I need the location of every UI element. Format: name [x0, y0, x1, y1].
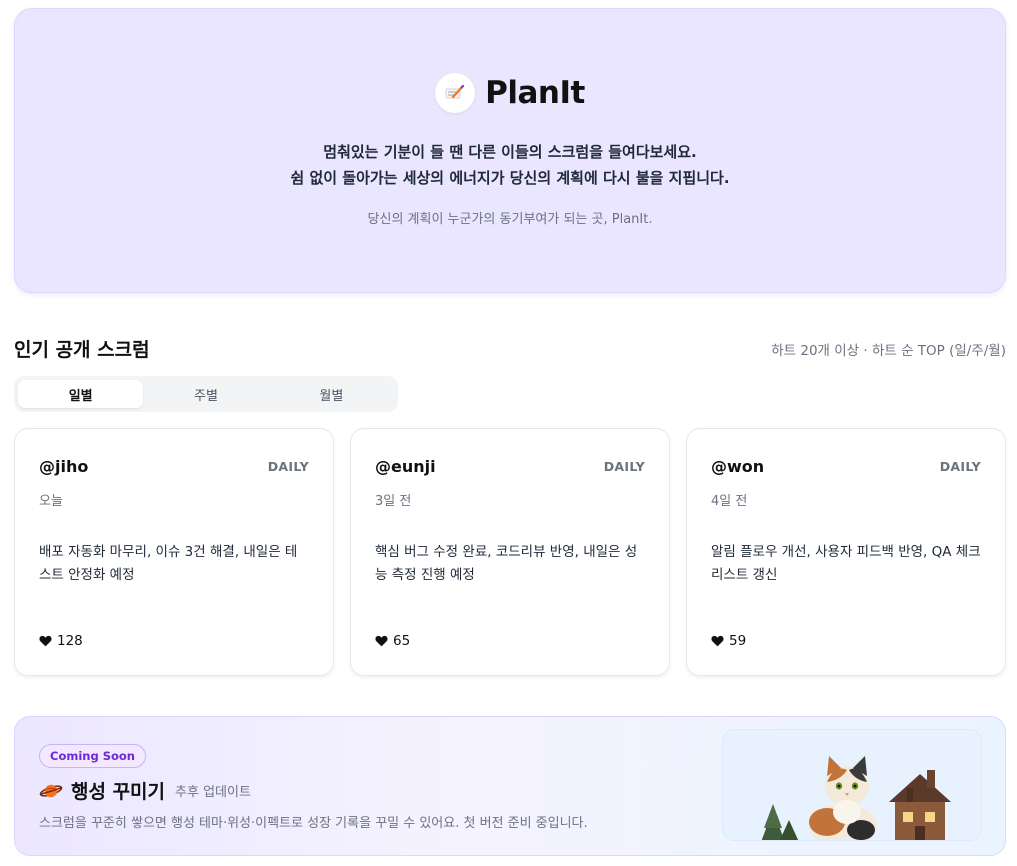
card-date: 4일 전	[711, 494, 748, 509]
like-count-value: 65	[393, 633, 411, 649]
card-username[interactable]: @jiho	[39, 457, 88, 476]
brand: PlanIt	[15, 73, 1005, 113]
card-type-label: DAILY	[267, 459, 309, 474]
heart-icon	[375, 635, 388, 647]
promo-title-row: 행성 꾸미기 추후 업데이트	[39, 777, 251, 804]
section-title: 인기 공개 스크럼	[14, 339, 150, 361]
section-note: 하트 20개 이상 · 하트 순 TOP (일/주/월)	[771, 343, 1006, 359]
planet-icon	[39, 784, 63, 797]
card-content: 알림 플로우 개선, 사용자 피드백 반영, QA 체크리스트 갱신	[711, 544, 981, 583]
promo-title: 행성 꾸미기	[71, 781, 166, 803]
like-count[interactable]: 128	[39, 633, 83, 649]
tab-daily[interactable]: 일별	[18, 380, 144, 408]
hero-banner: PlanIt 멈춰있는 기분이 들 땐 다른 이들의 스크럼을 들여다보세요. …	[14, 8, 1006, 293]
scrum-card-list: @jiho DAILY 오늘 배포 자동화 마무리, 이슈 3건 해결, 내일은…	[14, 428, 1006, 676]
hero-caption: 당신의 계획이 누군가의 동기부여가 되는 곳, PlanIt.	[367, 212, 653, 227]
card-type-label: DAILY	[939, 459, 981, 474]
planet-promo-banner: Coming Soon 행성 꾸미기 추후 업데이트 스크럼을 꾸준히 쌓으면 …	[14, 716, 1006, 856]
card-username[interactable]: @won	[711, 457, 764, 476]
card-date: 오늘	[39, 494, 63, 509]
coming-soon-badge: Coming Soon	[39, 744, 146, 768]
hero-headline-1: 멈춰있는 기분이 들 땐 다른 이들의 스크럼을 들여다보세요.	[323, 143, 697, 161]
period-tabs: 일별 주별 월별	[14, 376, 398, 412]
scrum-card[interactable]: @eunji DAILY 3일 전 핵심 버그 수정 완료, 코드리뷰 반영, …	[350, 428, 670, 676]
like-count-value: 59	[729, 633, 747, 649]
promo-subtitle: 추후 업데이트	[175, 785, 251, 800]
scrum-card[interactable]: @won DAILY 4일 전 알림 플로우 개선, 사용자 피드백 반영, Q…	[686, 428, 1006, 676]
pencil-note-icon	[435, 73, 476, 113]
card-type-label: DAILY	[603, 459, 645, 474]
scrum-card[interactable]: @jiho DAILY 오늘 배포 자동화 마무리, 이슈 3건 해결, 내일은…	[14, 428, 334, 676]
cat-illustration	[722, 729, 982, 841]
tab-monthly[interactable]: 월별	[269, 380, 394, 408]
heart-icon	[711, 635, 724, 647]
card-content: 핵심 버그 수정 완료, 코드리뷰 반영, 내일은 성능 측정 진행 예정	[375, 544, 638, 583]
brand-name: PlanIt	[485, 75, 585, 111]
card-username[interactable]: @eunji	[375, 457, 436, 476]
like-count[interactable]: 65	[375, 633, 410, 649]
card-date: 3일 전	[375, 494, 412, 509]
promo-description: 스크럼을 꾸준히 쌓으면 행성 테마·위성·이펙트로 성장 기록을 꾸밀 수 있…	[39, 816, 588, 831]
card-content: 배포 자동화 마무리, 이슈 3건 해결, 내일은 테스트 안정화 예정	[39, 544, 298, 583]
hero-headline-2: 쉼 없이 돌아가는 세상의 에너지가 당신의 계획에 다시 불을 지핍니다.	[290, 169, 730, 187]
tab-weekly[interactable]: 주별	[143, 380, 268, 408]
like-count[interactable]: 59	[711, 633, 746, 649]
like-count-value: 128	[57, 633, 83, 649]
heart-icon	[39, 635, 52, 647]
